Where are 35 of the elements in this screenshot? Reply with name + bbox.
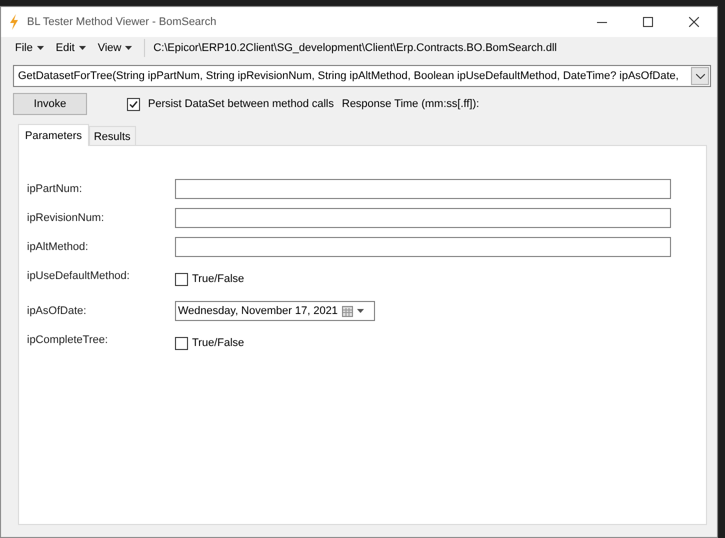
parameter-label: ipAltMethod: xyxy=(27,240,90,255)
lightning-icon xyxy=(9,14,19,30)
tab[interactable]: Parameters xyxy=(18,124,89,146)
caret-icon xyxy=(78,46,86,50)
menu-item[interactable]: View xyxy=(94,40,136,56)
caret-icon xyxy=(356,309,364,313)
caret-icon xyxy=(36,46,44,50)
chevron-down-icon xyxy=(696,74,704,78)
close-icon xyxy=(689,17,699,27)
calendar-icon xyxy=(342,306,353,316)
parameter-label: ipRevisionNum: xyxy=(27,211,106,226)
parameter-label: ipAsOfDate: xyxy=(27,304,88,319)
parameter-label: ipPartNum: xyxy=(27,182,84,197)
parameter-label: ipUseDefaultMethod: xyxy=(27,269,131,284)
parameter-label: ipCompleteTree: xyxy=(27,333,109,348)
checkbox[interactable] xyxy=(175,336,188,350)
menu-item[interactable]: File xyxy=(11,40,48,56)
window-title: BL Tester Method Viewer - BomSearch xyxy=(27,14,218,30)
tab[interactable]: Results xyxy=(88,126,136,145)
checkbox-label: Persist DataSet between method calls xyxy=(148,96,334,112)
input-field[interactable] xyxy=(175,237,671,257)
response-time-label: Response Time (mm:ss[.ff]): xyxy=(342,96,480,112)
checkbox-label: True/False xyxy=(192,272,244,287)
checkbox-label: True/False xyxy=(192,336,244,351)
date-picker[interactable]: Wednesday, November 17, 2021 xyxy=(175,301,375,321)
method-dropdown[interactable]: GetDatasetForTree(String ipPartNum, String ipRevisionNum, String ipAltMethod, Boolean ipUseDefaultMethod, DateTime? ipAsOfDate, xyxy=(13,65,711,87)
caret-icon xyxy=(125,46,132,50)
input-field[interactable] xyxy=(175,179,671,199)
checkbox[interactable] xyxy=(175,272,188,286)
checkbox[interactable] xyxy=(127,98,140,110)
file-path: C:\Epicor\ERP10.2Client\SG_development\Client\Erp.Contracts.BO.BomSearch.dll xyxy=(153,40,557,56)
maximize-icon xyxy=(643,17,653,27)
input-field[interactable] xyxy=(175,208,671,228)
menu-item[interactable]: Edit xyxy=(52,40,90,56)
invoke-button[interactable]: Invoke xyxy=(13,93,87,115)
